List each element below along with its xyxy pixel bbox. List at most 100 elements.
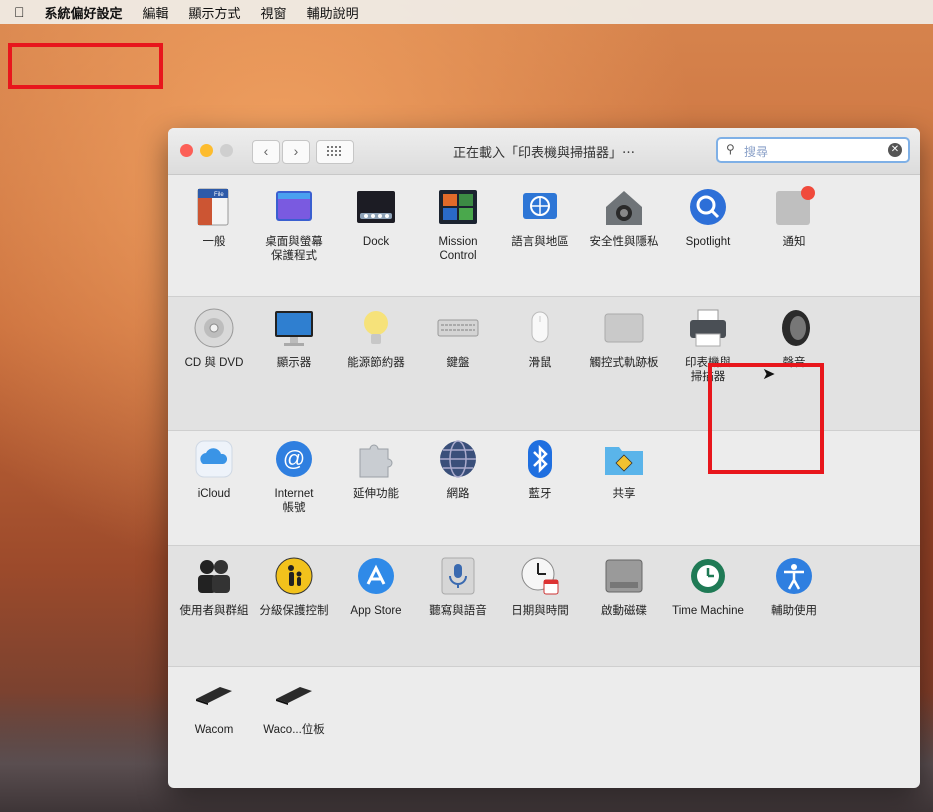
folder-share-icon [602, 437, 646, 481]
pane-label: 輔助使用 [771, 605, 817, 617]
pane-dictation-speech[interactable]: 聽寫與語音 [416, 554, 500, 618]
pane-label: 通知 [782, 236, 806, 248]
bluetooth-icon [518, 437, 562, 481]
x-circle-icon[interactable]: ✕ [888, 143, 902, 157]
pane-app-store[interactable]: App Store [334, 554, 418, 618]
pane-label: Spotlight [685, 236, 731, 248]
search-field[interactable]: ⚲ 搜尋 ✕ [716, 137, 910, 163]
at-icon: @ [272, 437, 316, 481]
keyboard-icon [436, 306, 480, 350]
pane-label: 桌面與螢幕 保護程式 [265, 236, 323, 262]
pane-sound[interactable]: 聲音 [752, 306, 836, 370]
menu-edit[interactable]: 編輯 [143, 3, 169, 22]
pane-extensions[interactable]: 延伸功能 [334, 437, 418, 501]
tablet-icon [272, 673, 316, 717]
window-titlebar: ‹ › 正在載入「印表機與掃描器」⋯ ⚲ 搜尋 ✕ [168, 128, 920, 175]
tablet-icon [192, 673, 236, 717]
pane-mission-control[interactable]: Mission Control [416, 185, 500, 263]
pane-users-groups[interactable]: 使用者與群組 [172, 554, 256, 618]
desktop-icon [272, 185, 316, 229]
pane-wacom[interactable]: Wacom [172, 673, 256, 737]
cloud-icon [192, 437, 236, 481]
pane-cd-dvd[interactable]: CD 與 DVD [172, 306, 256, 370]
mouse-icon [518, 306, 562, 350]
pane-label: Wacom [194, 724, 234, 736]
microphone-icon [436, 554, 480, 598]
time-machine-icon [686, 554, 730, 598]
pane-label: 啟動磁碟 [601, 605, 647, 617]
pane-parental-controls[interactable]: 分級保護控制 [252, 554, 336, 618]
pane-label: App Store [350, 605, 402, 617]
apple-icon[interactable]:  [14, 4, 25, 20]
clock-calendar-icon [518, 554, 562, 598]
svg-text:@: @ [283, 446, 305, 471]
pane-notifications[interactable]: 通知 [752, 185, 836, 249]
svg-text:File: File [214, 192, 224, 198]
trackpad-icon [602, 306, 646, 350]
menu-system-preferences[interactable]: 系統偏好設定 [45, 3, 123, 22]
pane-security-privacy[interactable]: 安全性與隱私 [582, 185, 666, 249]
pane-dock[interactable]: Dock [334, 185, 418, 249]
pane-desktop-screensaver[interactable]: 桌面與螢幕 保護程式 [252, 185, 336, 263]
pane-label: 安全性與隱私 [589, 236, 659, 248]
pane-label: 一般 [202, 236, 226, 248]
magnifier-icon [686, 185, 730, 229]
pane-label: iCloud [197, 488, 231, 500]
pane-mouse[interactable]: 滑鼠 [498, 306, 582, 370]
printer-icon [686, 306, 730, 350]
pane-label: Internet 帳號 [274, 488, 314, 514]
pane-label: 使用者與群組 [179, 605, 249, 617]
pane-sharing[interactable]: 共享 [582, 437, 666, 501]
speaker-icon [772, 306, 816, 350]
pane-label: Time Machine [672, 605, 744, 617]
globe-icon [436, 437, 480, 481]
pane-label: Mission Control [438, 236, 478, 262]
dock-icon [354, 185, 398, 229]
pane-displays[interactable]: 顯示器 [252, 306, 336, 370]
mission-control-icon [436, 185, 480, 229]
pane-label: 延伸功能 [353, 488, 399, 500]
pane-label: 藍牙 [528, 488, 552, 500]
pane-accessibility[interactable]: 輔助使用 [752, 554, 836, 618]
pane-date-time[interactable]: 日期與時間 [498, 554, 582, 618]
pane-bluetooth[interactable]: 藍牙 [498, 437, 582, 501]
menubar:  系統偏好設定 編輯 顯示方式 視窗 輔助說明 [0, 0, 933, 24]
puzzle-icon [354, 437, 398, 481]
pane-label: 日期與時間 [511, 605, 569, 617]
pane-label: 鍵盤 [446, 357, 470, 369]
pane-label: 顯示器 [276, 357, 312, 369]
menu-view[interactable]: 顯示方式 [189, 3, 241, 22]
pane-label: 觸控式軌跡板 [589, 357, 659, 369]
pane-spotlight[interactable]: Spotlight [666, 185, 750, 249]
pane-label: 共享 [612, 488, 636, 500]
pane-energy-saver[interactable]: 能源節約器 [334, 306, 418, 370]
disc-icon [192, 306, 236, 350]
users-icon [192, 554, 236, 598]
pane-language-region[interactable]: 語言與地區 [498, 185, 582, 249]
pane-icloud[interactable]: iCloud [172, 437, 256, 501]
pane-time-machine[interactable]: Time Machine [666, 554, 750, 618]
house-lock-icon [602, 185, 646, 229]
parental-icon [272, 554, 316, 598]
monitor-icon [272, 306, 316, 350]
search-placeholder: 搜尋 [744, 145, 769, 159]
pane-label: Dock [362, 236, 390, 248]
pane-label: 能源節約器 [347, 357, 405, 369]
menu-help[interactable]: 輔助說明 [307, 3, 359, 22]
pane-trackpad[interactable]: 觸控式軌跡板 [582, 306, 666, 370]
pane-network[interactable]: 網路 [416, 437, 500, 501]
notification-icon [772, 185, 816, 229]
highlight-box-printers [708, 363, 824, 474]
pane-startup-disk[interactable]: 啟動磁碟 [582, 554, 666, 618]
menu-window[interactable]: 視窗 [261, 3, 287, 22]
pane-general[interactable]: File 一般 [172, 185, 256, 249]
search-icon: ⚲ [726, 142, 735, 156]
pane-internet-accounts[interactable]: @ Internet 帳號 [252, 437, 336, 515]
flag-icon [518, 185, 562, 229]
highlight-box-menubar [8, 43, 163, 89]
accessibility-icon [772, 554, 816, 598]
pane-label: CD 與 DVD [184, 357, 244, 369]
bulb-icon [354, 306, 398, 350]
pane-keyboard[interactable]: 鍵盤 [416, 306, 500, 370]
pane-wacom-tablet[interactable]: Waco...位板 [252, 673, 336, 737]
